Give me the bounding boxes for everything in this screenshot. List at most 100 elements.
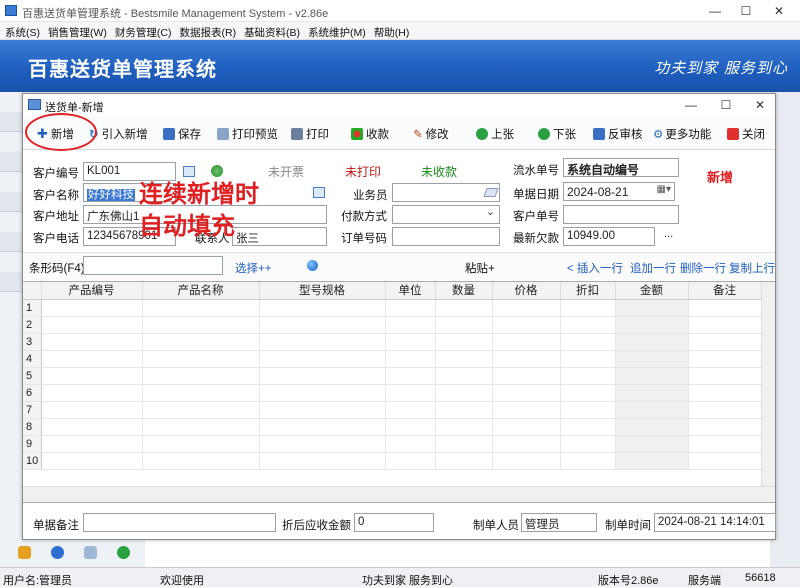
table-row[interactable]: 7	[23, 401, 762, 419]
table-row[interactable]: 8	[23, 418, 762, 436]
grid-cell[interactable]	[385, 435, 436, 453]
window-icon[interactable]	[84, 546, 97, 559]
grid-cell[interactable]	[259, 316, 386, 334]
grid-cell[interactable]	[385, 333, 436, 351]
next-button[interactable]: 下张	[538, 126, 576, 142]
vertical-scrollbar[interactable]	[761, 282, 775, 487]
append-row-link[interactable]: 追加一行	[630, 260, 676, 276]
receipt-button[interactable]: 收款	[351, 126, 389, 142]
customer-order-field[interactable]	[563, 205, 679, 224]
table-row[interactable]: 6	[23, 384, 762, 402]
grid-cell[interactable]	[615, 418, 689, 436]
col-header[interactable]: 型号规格	[259, 282, 386, 300]
col-header[interactable]: 产品编号	[41, 282, 143, 300]
menu-system[interactable]: 系统(S)	[0, 22, 43, 40]
grid-cell[interactable]	[560, 401, 616, 419]
paste-link[interactable]: 粘贴+	[465, 260, 495, 276]
table-row[interactable]: 9	[23, 435, 762, 453]
save-button[interactable]: 保存	[163, 126, 201, 142]
grid-cell[interactable]	[41, 316, 143, 334]
table-row[interactable]: 10	[23, 452, 762, 470]
grid-cell[interactable]	[435, 367, 493, 385]
grid-cell[interactable]	[435, 299, 493, 317]
maximize-button[interactable]: ☐	[731, 2, 761, 20]
prev-button[interactable]: 上张	[476, 126, 514, 142]
menu-basic-data[interactable]: 基础资料(B)	[239, 22, 303, 40]
grid-cell[interactable]	[688, 333, 762, 351]
print-preview-button[interactable]: 打印预览	[217, 126, 278, 142]
grid-cell[interactable]	[615, 367, 689, 385]
menu-sales[interactable]: 销售管理(W)	[43, 22, 110, 40]
close-button[interactable]: 关闭	[727, 126, 765, 142]
menu-finance[interactable]: 财务管理(C)	[110, 22, 175, 40]
grid-cell[interactable]	[385, 299, 436, 317]
menu-maintenance[interactable]: 系统维护(M)	[303, 22, 369, 40]
grid-cell[interactable]	[560, 384, 616, 402]
grid-cell[interactable]	[41, 384, 143, 402]
close-window-button[interactable]: ✕	[764, 2, 794, 20]
nav-item[interactable]	[0, 152, 22, 172]
import-new-button[interactable]: ↻ 引入新增	[89, 126, 148, 142]
folder-icon[interactable]	[18, 546, 31, 559]
copy-row-link[interactable]: 复制上行	[729, 260, 775, 276]
grid-cell[interactable]	[259, 350, 386, 368]
nav-item[interactable]	[0, 232, 22, 252]
date-field[interactable]: 2024-08-21 ▦▾	[563, 182, 675, 201]
nav-item[interactable]	[0, 192, 22, 212]
col-header[interactable]: 产品名称	[142, 282, 260, 300]
grid-cell[interactable]	[492, 418, 561, 436]
dialog-minimize-button[interactable]: —	[676, 96, 706, 114]
grid-cell[interactable]	[41, 350, 143, 368]
grid-cell[interactable]	[142, 384, 260, 402]
grid-cell[interactable]	[615, 384, 689, 402]
grid-cell[interactable]	[41, 452, 143, 470]
globe-icon[interactable]	[307, 260, 318, 271]
modify-button[interactable]: ✎ 修改	[413, 126, 449, 142]
grid-cell[interactable]	[435, 333, 493, 351]
name-lookup-icon[interactable]	[313, 187, 325, 198]
grid-cell[interactable]	[492, 384, 561, 402]
grid-cell[interactable]	[560, 299, 616, 317]
table-row[interactable]: 1	[23, 299, 762, 317]
grid-cell[interactable]	[259, 367, 386, 385]
grid-cell[interactable]	[142, 316, 260, 334]
grid-cell[interactable]	[688, 316, 762, 334]
grid-cell[interactable]	[492, 452, 561, 470]
grid-cell[interactable]	[385, 418, 436, 436]
select-link[interactable]: 选择++	[235, 260, 271, 276]
nav-item[interactable]	[0, 272, 22, 292]
col-header[interactable]: 备注	[688, 282, 762, 300]
grid-cell[interactable]	[385, 452, 436, 470]
grid-cell[interactable]	[560, 316, 616, 334]
grid-cell[interactable]	[142, 452, 260, 470]
grid-cell[interactable]	[492, 316, 561, 334]
grid-cell[interactable]	[41, 401, 143, 419]
grid-cell[interactable]	[435, 401, 493, 419]
grid-cell[interactable]	[615, 333, 689, 351]
dialog-maximize-button[interactable]: ☐	[711, 96, 741, 114]
grid-cell[interactable]	[688, 299, 762, 317]
grid-cell[interactable]	[492, 401, 561, 419]
grid-cell[interactable]	[435, 435, 493, 453]
print-button[interactable]: 打印	[291, 126, 329, 142]
col-header[interactable]: 数量	[435, 282, 493, 300]
grid-cell[interactable]	[385, 384, 436, 402]
grid-cell[interactable]	[492, 333, 561, 351]
payment-select[interactable]	[392, 205, 500, 224]
grid-cell[interactable]	[688, 435, 762, 453]
grid-cell[interactable]	[492, 435, 561, 453]
grid-cell[interactable]	[560, 435, 616, 453]
remark-field[interactable]	[83, 513, 276, 532]
grid-cell[interactable]	[435, 350, 493, 368]
nav-item[interactable]	[0, 112, 22, 132]
grid-cell[interactable]	[688, 452, 762, 470]
grid-cell[interactable]	[142, 299, 260, 317]
grid-cell[interactable]	[385, 350, 436, 368]
grid-cell[interactable]	[560, 350, 616, 368]
grid-cell[interactable]	[615, 401, 689, 419]
grid-cell[interactable]	[615, 435, 689, 453]
grid-cell[interactable]	[142, 401, 260, 419]
grid-cell[interactable]	[615, 316, 689, 334]
grid-cell[interactable]	[615, 350, 689, 368]
grid-cell[interactable]	[41, 367, 143, 385]
